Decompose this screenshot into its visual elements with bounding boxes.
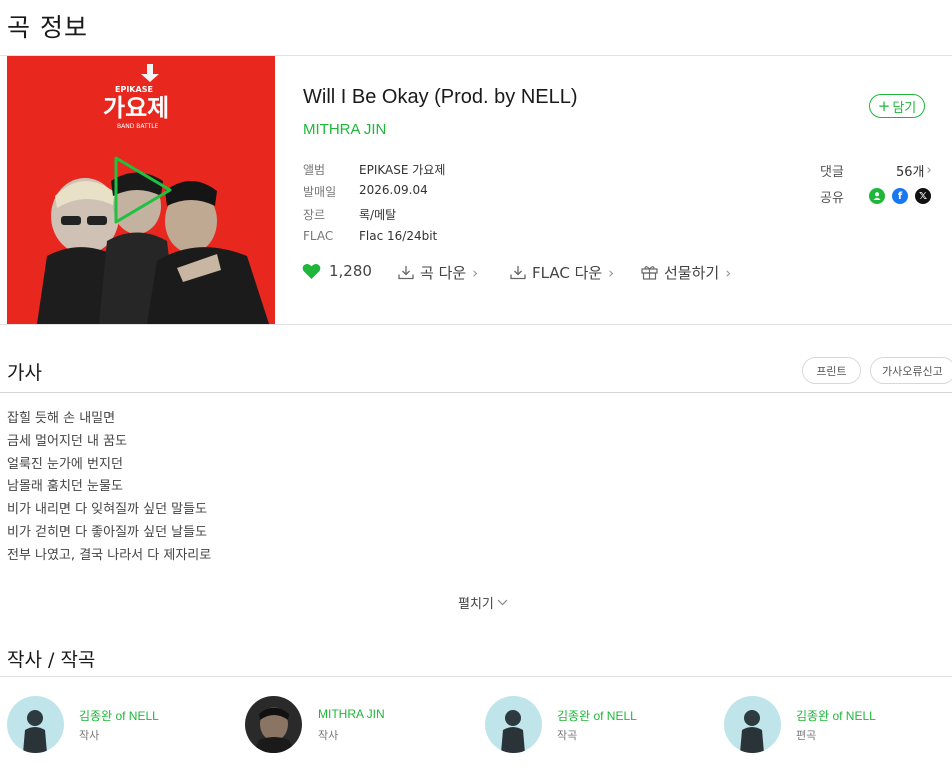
expand-lyrics-button[interactable]: 펼치기 <box>458 593 508 612</box>
credit-role: 작곡 <box>557 729 578 742</box>
add-to-playlist-button[interactable]: + 담기 <box>869 94 925 118</box>
song-title: Will I Be Okay (Prod. by NELL) <box>303 86 578 108</box>
credit-name[interactable]: MITHRA JIN <box>318 707 385 721</box>
heart-icon <box>302 263 321 279</box>
comments-count: 56개 <box>896 165 925 180</box>
credits-title: 작사 / 작곡 <box>7 649 96 671</box>
divider <box>0 392 952 393</box>
divider <box>0 676 952 677</box>
cover-logo-small: EPIKASE <box>115 85 153 94</box>
lyric-line: 얼룩진 눈가에 번지던 <box>7 457 123 472</box>
gift-icon <box>641 266 658 280</box>
chevron-down-icon <box>497 599 508 606</box>
chevron-right-icon: › <box>472 263 479 282</box>
lyric-line: 금세 멀어지던 내 꿈도 <box>7 434 128 449</box>
credit-name[interactable]: 김종완 of NELL <box>79 707 159 724</box>
divider <box>0 324 952 325</box>
cover-logo-text: 가요제 <box>103 94 169 122</box>
comments-link[interactable]: 56개 › <box>896 161 932 180</box>
chevron-right-icon: › <box>608 263 615 282</box>
lyric-line: 비가 걷히면 다 좋아질까 싶던 날들도 <box>7 525 208 540</box>
chevron-right-icon: › <box>926 163 932 178</box>
download-button[interactable]: 곡 다운 › <box>398 262 478 283</box>
expand-label: 펼치기 <box>458 597 494 612</box>
chevron-right-icon: › <box>725 263 732 282</box>
release-date: 2026.09.04 <box>359 183 428 197</box>
meta-key-genre: 장르 <box>303 208 326 222</box>
x-icon[interactable]: 𝕏 <box>915 188 931 204</box>
download-label: 곡 다운 <box>420 264 467 282</box>
lyric-line: 비가 내리면 다 잊혀질까 싶던 말들도 <box>7 502 208 517</box>
lyrics-title: 가사 <box>7 362 42 384</box>
flac-download-button[interactable]: FLAC 다운 › <box>510 262 614 283</box>
lyrics-report-button[interactable]: 가사오류신고 <box>870 357 952 384</box>
print-button[interactable]: 프린트 <box>802 357 861 384</box>
like-button[interactable]: 1,280 <box>302 262 372 280</box>
facebook-icon[interactable]: f <box>892 188 908 204</box>
avatar[interactable] <box>245 696 302 753</box>
gift-button[interactable]: 선물하기 › <box>641 262 731 283</box>
flac-download-label: FLAC 다운 <box>532 264 603 282</box>
meta-key-flac: FLAC <box>303 229 334 243</box>
avatar[interactable] <box>7 696 64 753</box>
avatar[interactable] <box>724 696 781 753</box>
lyric-line: 전부 나였고, 결국 나라서 다 제자리로 <box>7 548 212 563</box>
like-count: 1,280 <box>329 262 372 280</box>
meta-key-album: 앨범 <box>303 163 326 177</box>
lyric-line: 잡힐 듯해 손 내밀면 <box>7 411 116 426</box>
credit-role: 작사 <box>318 729 339 742</box>
plus-icon: + <box>877 96 891 115</box>
meta-key-release: 발매일 <box>303 185 337 199</box>
download-icon <box>398 266 414 280</box>
page-title: 곡 정보 <box>7 13 88 42</box>
share-label: 공유 <box>820 191 844 206</box>
cover-logo-sub: BAND BATTLE <box>117 123 159 130</box>
album-cover-art: EPIKASE 가요제 BAND BATTLE <box>7 56 275 324</box>
credit-role: 작사 <box>79 729 100 742</box>
album-cover[interactable]: EPIKASE 가요제 BAND BATTLE <box>7 56 275 324</box>
add-button-label: 담기 <box>892 100 917 116</box>
album-link[interactable]: EPIKASE 가요제 <box>359 161 445 178</box>
avatar[interactable] <box>485 696 542 753</box>
melon-icon[interactable] <box>869 188 885 204</box>
credit-name[interactable]: 김종완 of NELL <box>557 707 637 724</box>
credit-name[interactable]: 김종완 of NELL <box>796 707 876 724</box>
flac-value: Flac 16/24bit <box>359 229 438 243</box>
genre-value: 록/메탈 <box>359 208 397 222</box>
share-icons: f 𝕏 <box>869 188 931 204</box>
artist-link[interactable]: MITHRA JIN <box>303 121 386 138</box>
download-icon <box>510 266 526 280</box>
lyric-line: 남몰래 훔치던 눈물도 <box>7 479 123 494</box>
comments-label: 댓글 <box>820 165 844 180</box>
gift-label: 선물하기 <box>664 264 720 282</box>
credit-role: 편곡 <box>796 729 817 742</box>
